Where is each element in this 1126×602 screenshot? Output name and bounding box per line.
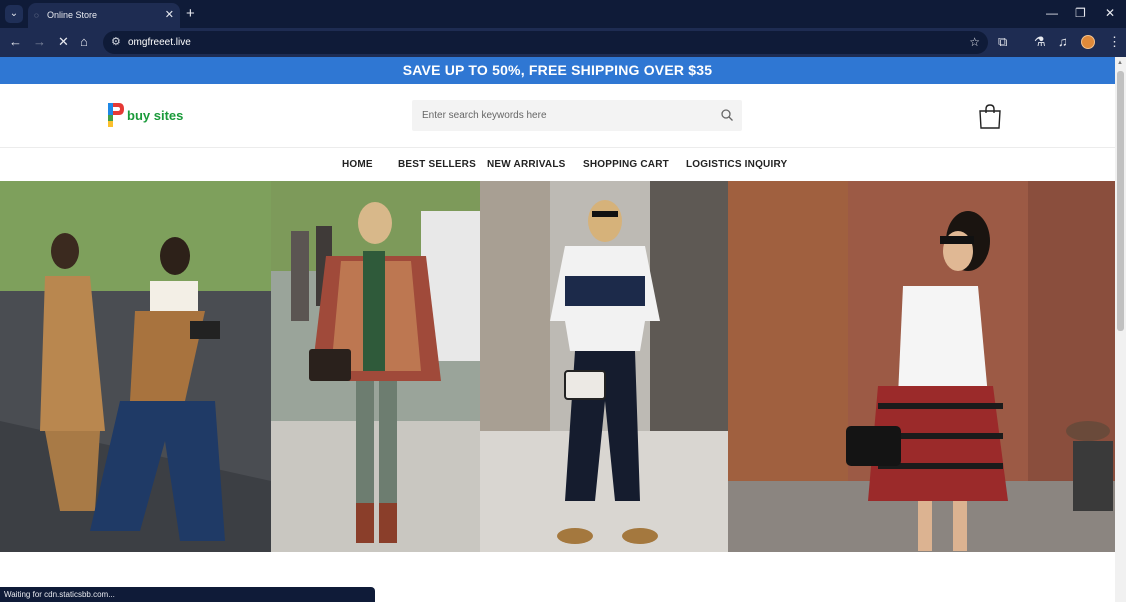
- close-icon[interactable]: ✕: [58, 34, 69, 50]
- logo-text[interactable]: buy sites: [127, 108, 183, 123]
- hero-photo-1[interactable]: [0, 181, 271, 552]
- url-text[interactable]: omgfreeet.live: [128, 37, 191, 48]
- scrollbar-thumb[interactable]: [1117, 71, 1124, 331]
- nav-new-arrivals[interactable]: NEW ARRIVALS: [487, 159, 566, 170]
- shopping-bag-icon[interactable]: [978, 104, 1002, 129]
- hero-photo-4[interactable]: [728, 181, 1115, 552]
- page-scrollbar[interactable]: ▲: [1115, 57, 1126, 602]
- page-loading-icon: ◌: [34, 11, 39, 20]
- search-input[interactable]: [412, 100, 712, 131]
- site-header: buy sites: [0, 84, 1115, 148]
- tab-search-button[interactable]: ⌄: [5, 5, 23, 23]
- browser-toolbar: ← → ✕ ⌂ ⚙ omgfreeet.live ☆ ⧉ ⚗ ♫ ⋮: [0, 28, 1126, 57]
- search-box: [412, 100, 742, 131]
- browser-status-bar: Waiting for cdn.staticsbb.com...: [0, 587, 375, 602]
- labs-icon[interactable]: ⚗: [1034, 34, 1046, 50]
- browser-tab[interactable]: ◌ Online Store ✕: [28, 3, 180, 28]
- browser-tab-strip: ⌄ ◌ Online Store ✕ + — ❐ ✕: [0, 0, 1126, 28]
- tab-close-icon[interactable]: ✕: [165, 8, 174, 21]
- close-window-button[interactable]: ✕: [1105, 6, 1115, 20]
- menu-icon[interactable]: ⋮: [1108, 34, 1121, 50]
- site-info-icon[interactable]: ⚙: [111, 35, 121, 48]
- star-icon[interactable]: ☆: [969, 35, 980, 49]
- nav-shopping-cart[interactable]: SHOPPING CART: [583, 159, 669, 170]
- extensions-icon[interactable]: ⧉: [998, 34, 1007, 50]
- arrow-right-icon[interactable]: →: [33, 34, 46, 50]
- home-icon[interactable]: ⌂: [80, 34, 88, 50]
- profile-avatar[interactable]: [1081, 35, 1095, 49]
- media-controls-icon[interactable]: ♫: [1058, 34, 1068, 50]
- new-tab-button[interactable]: +: [186, 5, 195, 23]
- nav-home[interactable]: HOME: [342, 159, 373, 170]
- hero-banner[interactable]: [0, 181, 1115, 552]
- main-nav: HOME BEST SELLERS NEW ARRIVALS SHOPPING …: [0, 148, 1115, 181]
- search-icon[interactable]: [720, 108, 734, 122]
- promo-banner: SAVE UP TO 50%, FREE SHIPPING OVER $35: [0, 57, 1115, 84]
- restore-button[interactable]: ❐: [1075, 6, 1086, 20]
- address-bar[interactable]: ⚙ omgfreeet.live ☆: [103, 31, 988, 54]
- minimize-button[interactable]: —: [1046, 6, 1058, 20]
- nav-logistics-inquiry[interactable]: LOGISTICS INQUIRY: [686, 159, 787, 170]
- scroll-up-icon[interactable]: ▲: [1117, 60, 1123, 66]
- hero-photo-2[interactable]: [271, 181, 480, 552]
- hero-photo-3[interactable]: [480, 181, 728, 552]
- tab-title: Online Store: [47, 10, 98, 20]
- arrow-left-icon[interactable]: ←: [9, 34, 22, 50]
- nav-best-sellers[interactable]: BEST SELLERS: [398, 159, 476, 170]
- logo-icon[interactable]: [107, 101, 125, 129]
